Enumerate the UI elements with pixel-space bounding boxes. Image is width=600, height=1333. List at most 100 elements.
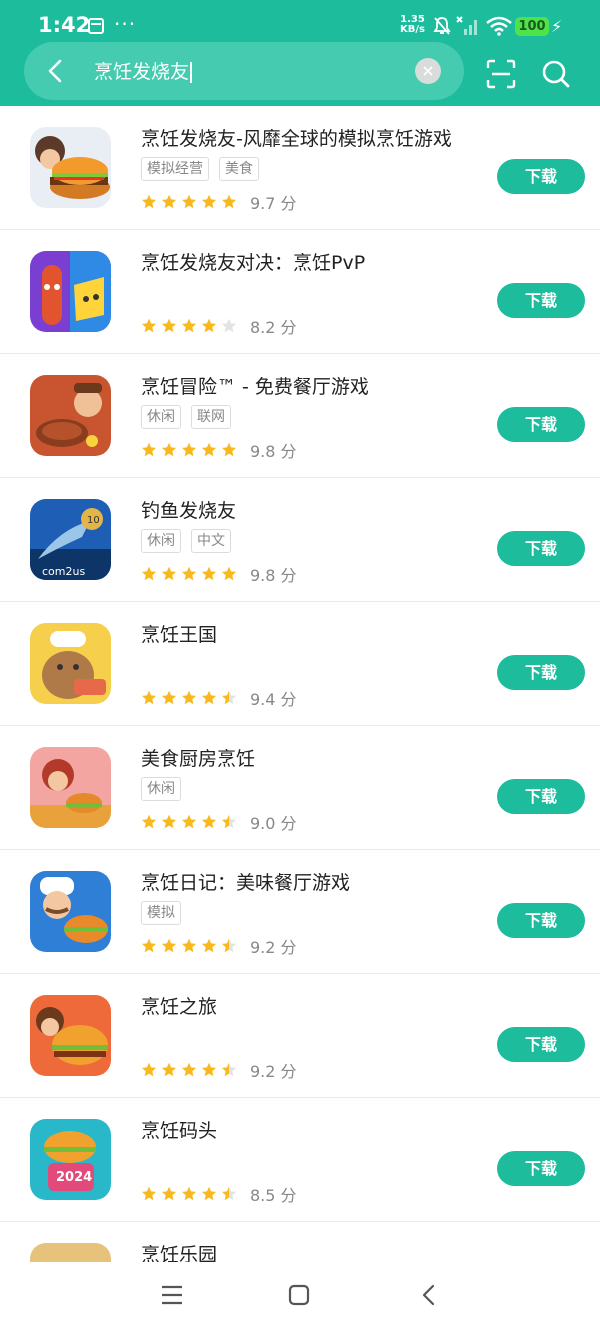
download-button[interactable]: 下载 bbox=[497, 283, 585, 318]
app-title[interactable]: 烹饪日记：美味餐厅游戏 bbox=[141, 868, 350, 895]
star-icon bbox=[181, 566, 197, 581]
list-item[interactable]: 烹饪冒险™ - 免费餐厅游戏 休闲 联网 9.8 分 下载 bbox=[0, 354, 600, 478]
app-icon-food-kitchen[interactable] bbox=[30, 747, 111, 828]
charging-icon: ⚡ bbox=[551, 17, 563, 36]
app-icon-cooking-paradise[interactable] bbox=[30, 1243, 111, 1262]
star-icon bbox=[181, 1186, 197, 1201]
star-icon bbox=[201, 938, 217, 953]
star-icon bbox=[141, 814, 157, 829]
list-item[interactable]: 烹饪发烧友对决：烹饪PvP 8.2 分 下载 bbox=[0, 230, 600, 354]
app-rating: 9.4 分 bbox=[141, 686, 297, 709]
search-results-list[interactable]: 烹饪发烧友-风靡全球的模拟烹饪游戏 模拟经营 美食 9.7 分 下载 烹饪发烧友对… bbox=[0, 106, 600, 1262]
search-bar[interactable]: 烹饪发烧友 bbox=[24, 42, 464, 100]
battery-indicator: 100 bbox=[515, 17, 549, 36]
star-icon bbox=[161, 1062, 177, 1077]
list-item[interactable]: 烹饪发烧友-风靡全球的模拟烹饪游戏 模拟经营 美食 9.7 分 下载 bbox=[0, 106, 600, 230]
app-icon-cooking-fever[interactable] bbox=[30, 127, 111, 208]
star-icon bbox=[201, 194, 217, 209]
download-button[interactable]: 下载 bbox=[497, 1027, 585, 1062]
app-tags: 模拟经营 美食 bbox=[141, 157, 269, 181]
app-title[interactable]: 钓鱼发烧友 bbox=[141, 496, 236, 523]
star-icon bbox=[141, 1186, 157, 1201]
star-icon bbox=[181, 938, 197, 953]
star-icon bbox=[161, 318, 177, 333]
app-icon-cooking-journey[interactable] bbox=[30, 995, 111, 1076]
app-icon-fishing-fever[interactable]: 10 com2us bbox=[30, 499, 111, 580]
app-tags: 模拟 bbox=[141, 901, 191, 925]
download-button[interactable]: 下载 bbox=[497, 159, 585, 194]
app-icon-cooking-diary[interactable] bbox=[30, 871, 111, 952]
app-rating: 9.0 分 bbox=[141, 810, 297, 833]
close-icon bbox=[423, 66, 433, 76]
app-icon-cooking-fever-duels[interactable] bbox=[30, 251, 111, 332]
star-icon bbox=[161, 1186, 177, 1201]
app-title[interactable]: 烹饪码头 bbox=[141, 1116, 217, 1143]
app-title[interactable]: 烹饪发烧友对决：烹饪PvP bbox=[141, 248, 365, 275]
download-button[interactable]: 下载 bbox=[497, 779, 585, 814]
star-rating bbox=[141, 1060, 241, 1079]
back-arrow-icon[interactable] bbox=[42, 56, 70, 86]
star-icon bbox=[161, 442, 177, 457]
star-rating bbox=[141, 316, 241, 335]
home-icon[interactable] bbox=[288, 1284, 310, 1306]
app-rating: 9.8 分 bbox=[141, 438, 297, 461]
app-tag: 休闲 bbox=[141, 777, 181, 801]
list-item[interactable]: 美食厨房烹饪 休闲 9.0 分 下载 bbox=[0, 726, 600, 850]
app-tag: 联网 bbox=[191, 405, 231, 429]
app-tag: 模拟 bbox=[141, 901, 181, 925]
star-icon bbox=[201, 814, 217, 829]
list-item[interactable]: 烹饪日记：美味餐厅游戏 模拟 9.2 分 下载 bbox=[0, 850, 600, 974]
star-icon bbox=[201, 690, 217, 705]
app-title[interactable]: 美食厨房烹饪 bbox=[141, 744, 255, 771]
rating-score: 8.2 分 bbox=[250, 318, 297, 337]
star-icon bbox=[141, 318, 157, 333]
app-title[interactable]: 烹饪冒险™ - 免费餐厅游戏 bbox=[141, 372, 369, 399]
search-input[interactable]: 烹饪发烧友 bbox=[94, 57, 193, 84]
download-button[interactable]: 下载 bbox=[497, 407, 585, 442]
star-rating bbox=[141, 440, 241, 459]
app-title[interactable]: 烹饪乐园 bbox=[141, 1240, 217, 1262]
download-button[interactable]: 下载 bbox=[497, 1151, 585, 1186]
list-item[interactable]: 10 com2us 钓鱼发烧友 休闲 中文 9.8 分 下载 bbox=[0, 478, 600, 602]
star-icon bbox=[201, 566, 217, 581]
menu-icon[interactable] bbox=[160, 1284, 184, 1306]
star-icon bbox=[201, 1186, 217, 1201]
app-title[interactable]: 烹饪发烧友-风靡全球的模拟烹饪游戏 bbox=[141, 124, 452, 151]
rating-score: 9.2 分 bbox=[250, 1062, 297, 1081]
star-rating bbox=[141, 688, 241, 707]
star-rating bbox=[141, 812, 241, 831]
app-title[interactable]: 烹饪之旅 bbox=[141, 992, 217, 1019]
svg-text:10: 10 bbox=[87, 515, 100, 526]
clear-search-button[interactable] bbox=[415, 58, 441, 84]
status-time: 1:42 bbox=[38, 13, 91, 37]
app-icon-cooking-wharf[interactable]: 2024 bbox=[30, 1119, 111, 1200]
list-item[interactable]: 烹饪之旅 9.2 分 下载 bbox=[0, 974, 600, 1098]
star-rating bbox=[141, 936, 241, 955]
signal-icon bbox=[456, 16, 477, 35]
app-tag: 美食 bbox=[219, 157, 259, 181]
app-tag: 休闲 bbox=[141, 405, 181, 429]
rating-score: 9.2 分 bbox=[250, 938, 297, 957]
star-icon bbox=[221, 814, 237, 829]
app-title[interactable]: 烹饪王国 bbox=[141, 620, 217, 647]
text-cursor bbox=[190, 62, 193, 83]
rating-score: 9.7 分 bbox=[250, 194, 297, 213]
star-icon bbox=[221, 1062, 237, 1077]
app-rating: 9.8 分 bbox=[141, 562, 297, 585]
download-button[interactable]: 下载 bbox=[497, 655, 585, 690]
star-icon bbox=[141, 690, 157, 705]
list-item[interactable]: 烹饪王国 9.4 分 下载 bbox=[0, 602, 600, 726]
list-item[interactable]: 烹饪乐园 bbox=[0, 1222, 600, 1262]
download-button[interactable]: 下载 bbox=[497, 903, 585, 938]
search-icon[interactable] bbox=[541, 59, 571, 89]
back-icon[interactable] bbox=[418, 1283, 440, 1307]
search-query: 烹饪发烧友 bbox=[94, 61, 190, 83]
star-rating bbox=[141, 1184, 241, 1203]
scan-icon[interactable] bbox=[486, 59, 516, 89]
list-item[interactable]: 2024 烹饪码头 8.5 分 下载 bbox=[0, 1098, 600, 1222]
svg-text:com2us: com2us bbox=[42, 565, 85, 578]
download-button[interactable]: 下载 bbox=[497, 531, 585, 566]
star-icon bbox=[181, 194, 197, 209]
app-icon-cooking-kingdom[interactable] bbox=[30, 623, 111, 704]
app-icon-cooking-adventure[interactable] bbox=[30, 375, 111, 456]
